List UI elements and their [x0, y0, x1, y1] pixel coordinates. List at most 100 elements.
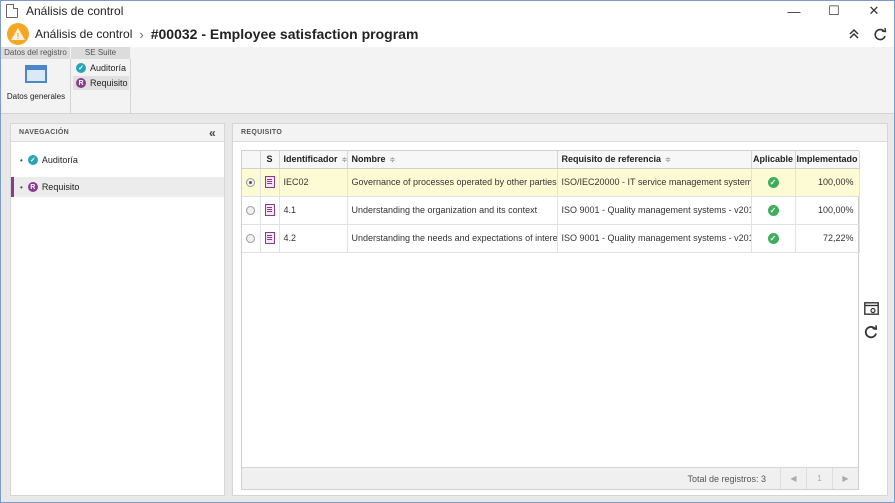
requirement-icon: R: [76, 78, 86, 88]
warning-icon: !: [7, 23, 29, 45]
navigation-title: NAVEGACIÓN: [19, 129, 69, 136]
navigation-panel: NAVEGACIÓN « • ✓ Auditoría • R Requisito: [10, 123, 225, 496]
nav-item-label: Auditoría: [41, 155, 78, 165]
next-page-button[interactable]: ▶: [832, 468, 858, 489]
table-row[interactable]: IEC02 Governance of processes operated b…: [242, 168, 860, 197]
grid-footer: Total de registros: 3 ◀ 1 ▶: [242, 467, 858, 489]
row-radio[interactable]: [242, 196, 261, 225]
column-nombre[interactable]: Nombre ≑: [347, 151, 558, 169]
requirements-grid: S Identificador ≑ Nombre ≑ Requisito de re…: [241, 150, 860, 490]
datos-generales-button[interactable]: Datos generales: [6, 63, 66, 111]
requirement-doc-icon: [264, 232, 275, 244]
page-number[interactable]: 1: [806, 468, 832, 489]
column-aplicable[interactable]: Aplicable: [751, 151, 796, 169]
cell-nombre: Governance of processes operated by othe…: [347, 168, 558, 197]
nav-item-auditoria[interactable]: • ✓ Auditoría: [11, 150, 224, 170]
minimize-button[interactable]: —: [774, 1, 814, 21]
app-window: Análisis de control — ☐ ✕ ! Análisis de …: [0, 0, 895, 503]
document-icon: [6, 4, 18, 18]
ribbon-item-auditoria[interactable]: ✓ Auditoría: [73, 61, 129, 75]
prev-page-button[interactable]: ◀: [780, 468, 806, 489]
cell-referencia: ISO 9001 - Quality management systems - …: [557, 224, 752, 253]
breadcrumb-root[interactable]: Análisis de control: [35, 27, 132, 41]
panel-title: REQUISITO: [241, 129, 283, 136]
record-header: ! Análisis de control › #00032 - Employe…: [1, 21, 894, 47]
ribbon-item-label: Requisito: [90, 78, 128, 88]
nav-item-label: Requisito: [41, 182, 80, 192]
radio-icon[interactable]: [246, 234, 256, 244]
bullet-icon: •: [20, 155, 23, 165]
title-bar: Análisis de control — ☐ ✕: [1, 1, 894, 21]
page-title: #00032 - Employee satisfaction program: [150, 26, 419, 42]
ribbon: Datos del registro SE Suite Datos genera…: [1, 47, 894, 114]
sort-icon: ≑: [341, 157, 347, 165]
cell-aplicable: ✓: [751, 168, 796, 197]
row-status: [260, 224, 280, 253]
requirement-doc-icon: [264, 204, 275, 216]
grid-side-tools: [863, 300, 879, 340]
cell-aplicable: ✓: [751, 196, 796, 225]
cell-identificador: 4.1: [279, 196, 348, 225]
maximize-button[interactable]: ☐: [814, 1, 854, 21]
view-details-icon[interactable]: [863, 300, 879, 316]
collapse-left-icon[interactable]: «: [209, 126, 216, 140]
ribbon-tab-datos: Datos del registro: [1, 47, 70, 59]
radio-icon[interactable]: [246, 206, 256, 216]
table-header-row: S Identificador ≑ Nombre ≑ Requisito de re…: [242, 151, 860, 169]
requisito-panel: REQUISITO S Identificador ≑ Nombre ≑ Requi…: [232, 123, 888, 496]
window-form-icon: [25, 65, 47, 83]
window-title: Análisis de control: [26, 4, 124, 18]
column-s[interactable]: S: [260, 151, 280, 169]
close-button[interactable]: ✕: [854, 1, 894, 21]
ribbon-divider: [70, 59, 71, 113]
column-identificador[interactable]: Identificador ≑: [279, 151, 348, 169]
cell-implementado: 100,00%: [795, 168, 860, 197]
row-status: [260, 168, 280, 197]
row-radio[interactable]: [242, 224, 261, 253]
audit-icon: ✓: [76, 63, 86, 73]
requirements-table: S Identificador ≑ Nombre ≑ Requisito de re…: [242, 151, 860, 253]
row-radio[interactable]: [242, 168, 261, 197]
sort-icon: ≑: [389, 157, 396, 165]
ribbon-tab-suite: SE Suite: [71, 47, 130, 59]
requirement-icon: R: [27, 182, 38, 192]
cell-identificador: IEC02: [279, 168, 348, 197]
audit-icon: ✓: [27, 155, 38, 165]
navigation-header: NAVEGACIÓN «: [11, 124, 224, 142]
header-actions: [846, 24, 888, 44]
cell-nombre: Understanding the organization and its c…: [347, 196, 558, 225]
table-row[interactable]: 4.2 Understanding the needs and expectat…: [242, 224, 860, 253]
breadcrumb-separator: ›: [139, 26, 144, 42]
refresh-icon[interactable]: [872, 24, 888, 44]
requisito-header: REQUISITO: [233, 124, 887, 142]
svg-text:!: !: [17, 32, 20, 40]
check-icon: ✓: [767, 176, 779, 188]
column-implementado[interactable]: Implementado: [795, 151, 860, 169]
bullet-icon: •: [20, 182, 23, 192]
radio-selected-icon[interactable]: [246, 178, 256, 188]
check-icon: ✓: [767, 232, 779, 244]
window-controls: — ☐ ✕: [774, 1, 894, 21]
cell-referencia: ISO/IEC20000 - IT service management sys…: [557, 168, 752, 197]
requirement-doc-icon: [264, 176, 275, 188]
column-requisito-referencia[interactable]: Requisito de referencia ≑: [557, 151, 752, 169]
check-icon: ✓: [767, 204, 779, 216]
cell-referencia: ISO 9001 - Quality management systems - …: [557, 196, 752, 225]
cell-implementado: 72,22%: [795, 224, 860, 253]
refresh-icon[interactable]: [863, 324, 879, 340]
ribbon-item-requisito[interactable]: R Requisito: [73, 76, 129, 90]
cell-aplicable: ✓: [751, 224, 796, 253]
cell-nombre: Understanding the needs and expectations…: [347, 224, 558, 253]
column-select: [242, 151, 261, 169]
ribbon-tabs: Datos del registro SE Suite: [1, 47, 130, 59]
ribbon-divider: [130, 59, 131, 113]
cell-implementado: 100,00%: [795, 196, 860, 225]
record-count: Total de registros: 3: [687, 474, 766, 484]
row-status: [260, 196, 280, 225]
pagination: ◀ 1 ▶: [780, 468, 858, 489]
cell-identificador: 4.2: [279, 224, 348, 253]
table-row[interactable]: 4.1 Understanding the organization and i…: [242, 196, 860, 225]
sort-icon: ≑: [665, 157, 671, 165]
collapse-up-icon[interactable]: [846, 24, 862, 44]
nav-item-requisito[interactable]: • R Requisito: [11, 177, 224, 197]
